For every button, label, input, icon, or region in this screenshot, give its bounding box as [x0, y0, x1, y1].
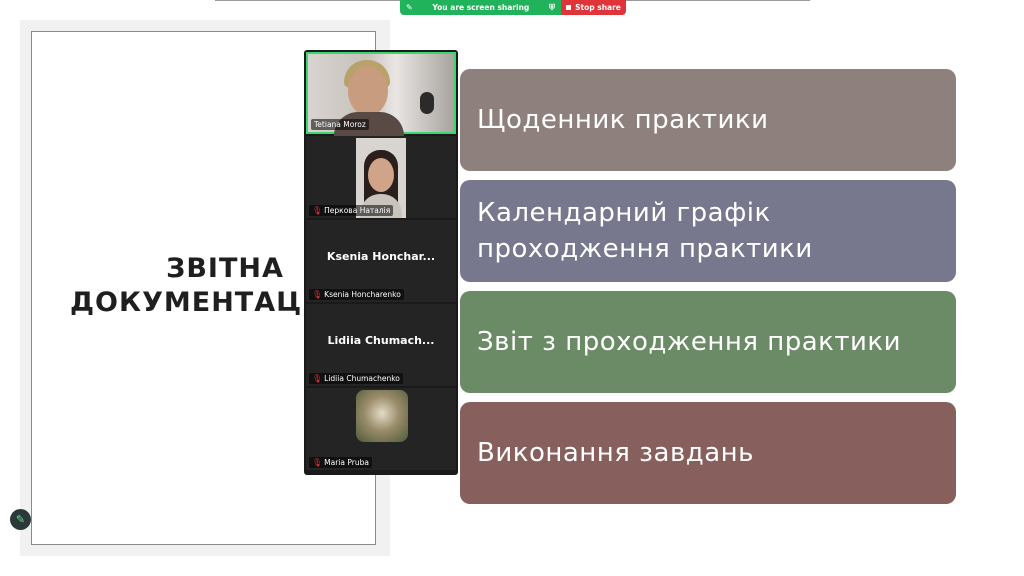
slide-item-label: Календарний графік проходження практики [477, 198, 813, 264]
pen-icon[interactable]: ✎ [10, 509, 31, 530]
participant-tile[interactable]: Tetiana Moroz [306, 52, 456, 136]
stop-icon [566, 5, 572, 10]
participants-panel[interactable]: Tetiana Moroz 🎙 Перкова Наталія Ksenia H… [304, 50, 458, 475]
participant-tile[interactable]: Lidiia Chumach... 🎙 Lidiia Chumachenko [306, 304, 456, 386]
mic-off-icon: 🎙 [312, 206, 323, 215]
participant-tile[interactable]: 🎙 Maria Pruba [306, 388, 456, 470]
slide-item-label: Щоденник практики [477, 105, 769, 135]
slide-item-report: Звіт з проходження практики [460, 291, 956, 393]
participant-name-label: 🎙 Lidiia Chumachenko [309, 373, 403, 384]
participant-name-label: 🎙 Maria Pruba [309, 457, 372, 468]
participant-name-label: 🎙 Перкова Наталія [309, 205, 394, 216]
participant-name-label: Tetiana Moroz [311, 119, 369, 130]
participant-name-label: 🎙 Ksenia Honcharenko [309, 289, 404, 300]
stop-share-label: Stop share [575, 3, 621, 12]
slide-item-label: Виконання завдань [477, 438, 754, 468]
participant-avatar [356, 390, 408, 442]
shield-icon: ⛨ [549, 2, 555, 12]
stop-share-button[interactable]: Stop share [561, 0, 626, 15]
screen-share-bar: ✎ You are screen sharing ⛨ Stop share [400, 0, 626, 15]
slide-item-diary: Щоденник практики [460, 69, 956, 171]
sharing-label: You are screen sharing [432, 3, 530, 12]
slide-item-schedule: Календарний графік проходження практики [460, 180, 956, 282]
participant-display-name: Lidiia Chumach... [327, 334, 435, 347]
share-icon: ✎ [406, 3, 413, 12]
participant-display-name: Ksenia Honchar... [326, 250, 436, 263]
slide-item-tasks: Виконання завдань [460, 402, 956, 504]
participant-tile[interactable]: Ksenia Honchar... 🎙 Ksenia Honcharenko [306, 220, 456, 302]
participant-tile[interactable]: 🎙 Перкова Наталія [306, 136, 456, 218]
mic-off-icon: 🎙 [312, 458, 323, 467]
mic-off-icon: 🎙 [312, 374, 323, 383]
mic-off-icon: 🎙 [312, 290, 323, 299]
sharing-indicator: ✎ You are screen sharing ⛨ [400, 0, 561, 15]
slide-item-label: Звіт з проходження практики [477, 327, 902, 357]
